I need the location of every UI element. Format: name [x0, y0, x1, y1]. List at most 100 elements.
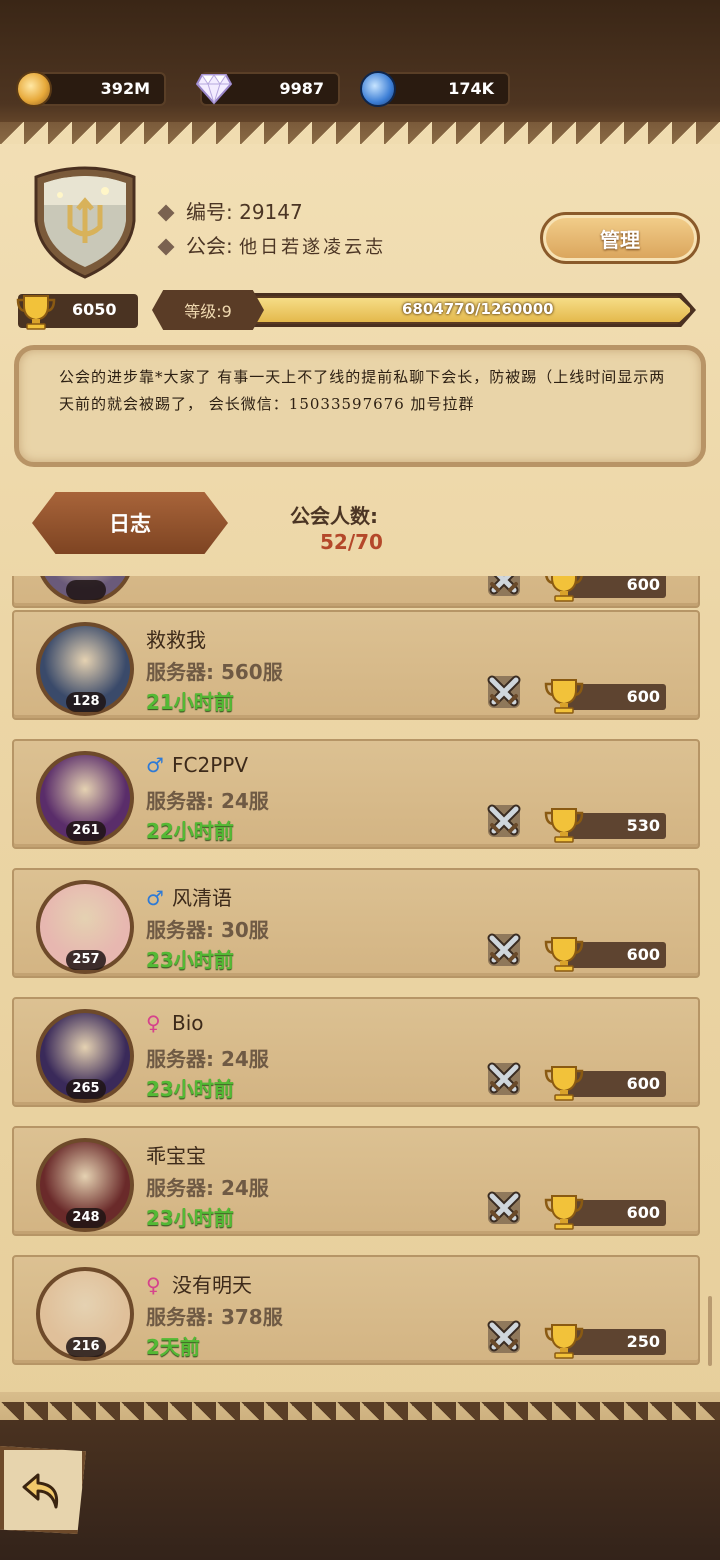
member-card[interactable]: 265 ♀ Bio 服务器: 24服 23小时前 600	[12, 997, 700, 1107]
female-icon: ♀	[146, 1273, 161, 1297]
diamond-value: 9987	[279, 79, 324, 98]
diamond-counter[interactable]: 9987	[195, 72, 340, 106]
member-score: 600	[626, 687, 660, 706]
member-name: 乖宝宝	[146, 1144, 206, 1168]
trophy-icon	[544, 808, 584, 843]
member-avatar[interactable]: 265	[36, 1009, 134, 1103]
member-name: 没有明天	[172, 1273, 252, 1297]
member-card[interactable]: 261 ♂ FC2PPV 服务器: 24服 22小时前 530	[12, 739, 700, 849]
guild-trophy-value: 6050	[72, 300, 117, 319]
member-name-row: ♀ 没有明天	[146, 1269, 252, 1298]
coin-counter[interactable]: 392M	[16, 71, 166, 107]
member-last-online: 23小时前	[146, 948, 234, 972]
member-server: 服务器: 378服	[146, 1305, 283, 1329]
member-last-online: 23小时前	[146, 1077, 234, 1101]
member-server: 服务器: 24服	[146, 1176, 269, 1200]
member-name: 风清语	[172, 886, 232, 910]
panel-top-edge	[0, 122, 720, 144]
crossed-swords-icon[interactable]	[484, 1059, 524, 1099]
member-server: 服务器: 30服	[146, 918, 269, 942]
back-button[interactable]	[0, 1446, 86, 1534]
member-name: FC2PPV	[172, 753, 248, 777]
member-avatar[interactable]: 257	[36, 880, 134, 974]
guild-id-row: 编号: 29147	[157, 196, 303, 225]
crossed-swords-icon[interactable]	[484, 672, 524, 712]
crossed-swords-icon[interactable]	[484, 1188, 524, 1228]
crossed-swords-icon[interactable]	[484, 576, 524, 600]
crossed-swords-icon[interactable]	[484, 801, 524, 841]
member-server: 服务器: 24服	[146, 1047, 269, 1071]
manage-button[interactable]: 管理	[540, 212, 700, 264]
top-resource-bar: 392M 9987 174K	[0, 0, 720, 130]
member-avatar[interactable]: 216	[36, 1267, 134, 1361]
member-name-row: 救救我	[146, 624, 206, 653]
diamond-bullet-icon	[157, 238, 175, 256]
member-list[interactable]: 600 128 救救我服务器: 560服 21小时前 600 261 ♂ FC2PPV 服务器:…	[0, 576, 720, 1371]
blue-token-icon	[360, 71, 396, 107]
member-server: 服务器: 560服	[146, 660, 283, 684]
token-value: 174K	[448, 79, 494, 98]
diamond-bullet-icon	[157, 204, 175, 222]
member-score: 530	[626, 816, 660, 835]
member-last-online: 2天前	[146, 1335, 200, 1359]
member-name-row: ♂ 风清语	[146, 882, 232, 911]
member-avatar[interactable]: 128	[36, 622, 134, 716]
log-button[interactable]: 日志	[32, 492, 228, 554]
trophy-icon	[544, 1324, 584, 1359]
member-name-row: 乖宝宝	[146, 1140, 206, 1169]
back-arrow-icon	[22, 1473, 59, 1509]
member-avatar[interactable]	[36, 576, 134, 604]
member-avatar[interactable]: 248	[36, 1138, 134, 1232]
guild-emblem-shield-icon	[34, 166, 136, 279]
member-score: 600	[626, 945, 660, 964]
guild-name-row: 公会: 他日若遂凌云志	[157, 230, 387, 259]
coin-icon	[16, 71, 52, 107]
male-icon: ♂	[146, 753, 164, 777]
member-level: 261	[66, 821, 106, 841]
female-icon: ♀	[146, 1011, 161, 1035]
member-name-row: ♂ FC2PPV	[146, 753, 248, 777]
member-score: 250	[626, 1332, 660, 1351]
member-name: 救救我	[146, 628, 206, 652]
member-server: 服务器: 24服	[146, 789, 269, 813]
member-level	[66, 580, 106, 600]
member-name: Bio	[172, 1011, 204, 1035]
member-avatar[interactable]: 261	[36, 751, 134, 845]
member-level: 257	[66, 950, 106, 970]
guild-name-label: 公会:	[186, 234, 233, 258]
bottom-bar	[0, 1420, 720, 1560]
member-card[interactable]: 128 救救我服务器: 560服 21小时前 600	[12, 610, 700, 720]
member-card[interactable]: 257 ♂ 风清语服务器: 30服 23小时前 600	[12, 868, 700, 978]
member-count: 52/70	[320, 530, 383, 554]
crossed-swords-icon[interactable]	[484, 1317, 524, 1357]
guild-notice[interactable]: 公会的进步靠*大家了 有事一天上不了线的提前私聊下会长，防被踢（上线时间显示两天…	[14, 345, 706, 467]
member-card[interactable]: 248 乖宝宝服务器: 24服 23小时前 600	[12, 1126, 700, 1236]
member-score: 600	[626, 1203, 660, 1222]
guild-name: 他日若遂凌云志	[239, 237, 387, 258]
panel-bottom-edge	[0, 1392, 720, 1422]
trophy-icon	[544, 1066, 584, 1101]
trophy-icon	[544, 937, 584, 972]
member-level: 265	[66, 1079, 106, 1099]
guild-id: 编号: 29147	[186, 200, 303, 224]
level-badge: 等级:9	[152, 290, 264, 330]
member-score: 600	[626, 1074, 660, 1093]
member-card[interactable]: 600	[12, 576, 700, 608]
member-card[interactable]: 216 ♀ 没有明天服务器: 378服 2天前 250	[12, 1255, 700, 1365]
crossed-swords-icon[interactable]	[484, 930, 524, 970]
member-last-online: 21小时前	[146, 690, 234, 714]
trophy-icon	[544, 1195, 584, 1230]
guild-level-bar: 6804770/1260000 等级:9	[152, 290, 696, 330]
guild-screen: 392M 9987 174K 编号: 29147 公会: 他日若遂凌云志 管理 …	[0, 0, 720, 1560]
member-name-row: ♀ Bio	[146, 1011, 204, 1035]
male-icon: ♂	[146, 886, 164, 910]
member-score: 600	[626, 576, 660, 594]
token-counter[interactable]: 174K	[360, 71, 510, 107]
member-level: 216	[66, 1337, 106, 1357]
level-progress-text: 6804770/1260000	[402, 300, 554, 318]
member-last-online: 23小时前	[146, 1206, 234, 1230]
member-list-scrollbar[interactable]	[708, 1296, 712, 1366]
coin-value: 392M	[100, 79, 150, 98]
trophy-icon	[545, 576, 583, 602]
trophy-icon	[544, 679, 584, 714]
